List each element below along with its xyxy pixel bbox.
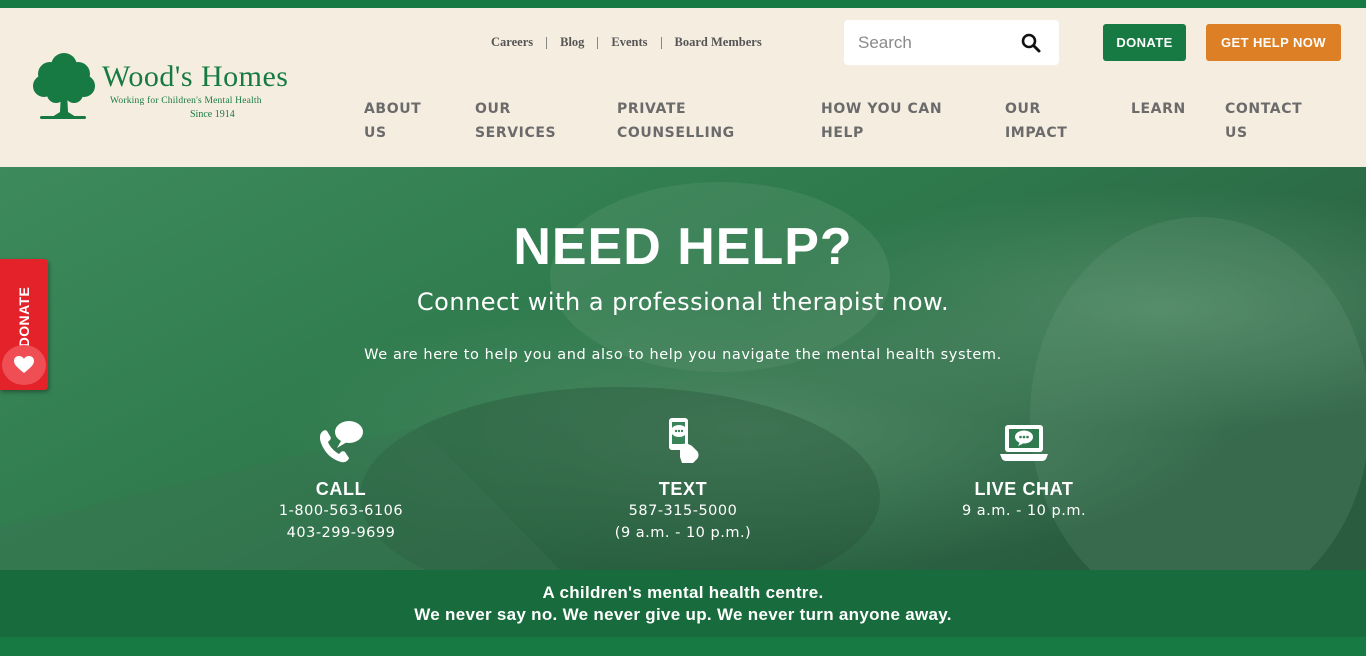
utility-divider — [660, 36, 662, 49]
nav-label-line2: SERVICES — [475, 125, 557, 141]
laptop-chat-icon — [894, 415, 1154, 463]
nav-label-line1: OUR — [475, 101, 511, 117]
contact-live-chat-title: LIVE CHAT — [974, 479, 1074, 499]
contact-live-chat[interactable]: LIVE CHAT 9 a.m. - 10 p.m. — [894, 415, 1154, 522]
mission-line-1: A children's mental health centre. — [542, 583, 824, 602]
utility-link-board-members[interactable]: Board Members — [675, 35, 762, 50]
contact-live-chat-hours: 9 a.m. - 10 p.m. — [961, 503, 1087, 519]
nav-label-line2: IMPACT — [1005, 125, 1068, 141]
contact-call-number-1[interactable]: 1-800-563-6106 — [211, 500, 471, 522]
contact-text-hours: (9 a.m. - 10 p.m.) — [614, 525, 752, 541]
hero-section: NEED HELP? Connect with a professional t… — [0, 167, 1366, 570]
nav-label-line2: HELP — [821, 125, 864, 141]
hero-subtitle: Connect with a professional therapist no… — [416, 288, 950, 316]
hero-text: We are here to help you and also to help… — [364, 347, 1002, 363]
logo-tagline: Working for Children's Mental Health — [110, 96, 262, 106]
contact-text-title: TEXT — [658, 479, 708, 499]
nav-item-learn[interactable]: LEARN — [1131, 97, 1186, 121]
utility-divider — [597, 36, 599, 49]
floating-donate-tab[interactable]: DONATE — [0, 259, 48, 390]
nav-item-how-you-can-help[interactable]: HOW YOU CAN HELP — [821, 97, 942, 145]
contact-call-title: CALL — [315, 479, 367, 499]
floating-donate-label: DONATE — [16, 286, 32, 348]
get-help-now-button[interactable]: GET HELP NOW — [1206, 24, 1341, 61]
mission-band: A children's mental health centre. We ne… — [0, 570, 1366, 637]
utility-link-events[interactable]: Events — [611, 35, 647, 50]
nav-label-line2: US — [364, 125, 387, 141]
logo-name: Wood's Homes — [102, 60, 289, 93]
hero-content: NEED HELP? Connect with a professional t… — [0, 167, 1366, 570]
nav-label-line1: LEARN — [1131, 101, 1186, 117]
contact-call-number-2[interactable]: 403-299-9699 — [211, 522, 471, 544]
contact-call[interactable]: CALL 1-800-563-6106 403-299-9699 — [211, 415, 471, 544]
phone-chat-icon — [211, 415, 471, 463]
nav-label-line1: ABOUT — [364, 101, 422, 117]
search-icon[interactable] — [1021, 33, 1041, 53]
bottom-accent-strip — [0, 637, 1366, 656]
nav-label-line2: US — [1225, 125, 1248, 141]
tree-logo-icon — [33, 53, 95, 119]
nav-label-line1: HOW YOU CAN — [821, 101, 943, 117]
nav-item-contact-us[interactable]: CONTACT US — [1225, 97, 1302, 145]
nav-item-private-counselling[interactable]: PRIVATE COUNSELLING — [617, 97, 735, 145]
top-accent-strip — [0, 0, 1366, 8]
site-header: Wood's Homes Working for Children's Ment… — [0, 8, 1366, 167]
nav-label-line2: COUNSELLING — [617, 125, 735, 141]
nav-item-our-impact[interactable]: OUR IMPACT — [1005, 97, 1067, 145]
contact-text-number[interactable]: 587-315-5000 — [553, 500, 813, 522]
utility-link-blog[interactable]: Blog — [560, 35, 584, 50]
nav-label-line1: OUR — [1005, 101, 1041, 117]
utility-link-careers[interactable]: Careers — [491, 35, 533, 50]
heart-icon — [2, 345, 46, 385]
search-input[interactable] — [844, 20, 1014, 65]
nav-item-about-us[interactable]: ABOUT US — [364, 97, 421, 145]
nav-label-line1: PRIVATE — [617, 101, 687, 117]
mission-line-2: We never say no. We never give up. We ne… — [414, 605, 952, 624]
search-box — [844, 20, 1059, 65]
nav-label-line1: CONTACT — [1225, 101, 1303, 117]
logo-since: Since 1914 — [190, 109, 235, 120]
utility-nav: Careers Blog Events Board Members — [491, 35, 762, 50]
donate-button[interactable]: DONATE — [1103, 24, 1186, 61]
mobile-text-icon — [553, 415, 813, 463]
hero-title: NEED HELP? — [513, 218, 853, 276]
utility-divider — [546, 36, 548, 49]
contact-text[interactable]: TEXT 587-315-5000 (9 a.m. - 10 p.m.) — [553, 415, 813, 544]
site-logo[interactable]: Wood's Homes Working for Children's Ment… — [30, 52, 330, 124]
nav-item-our-services[interactable]: OUR SERVICES — [475, 97, 556, 145]
